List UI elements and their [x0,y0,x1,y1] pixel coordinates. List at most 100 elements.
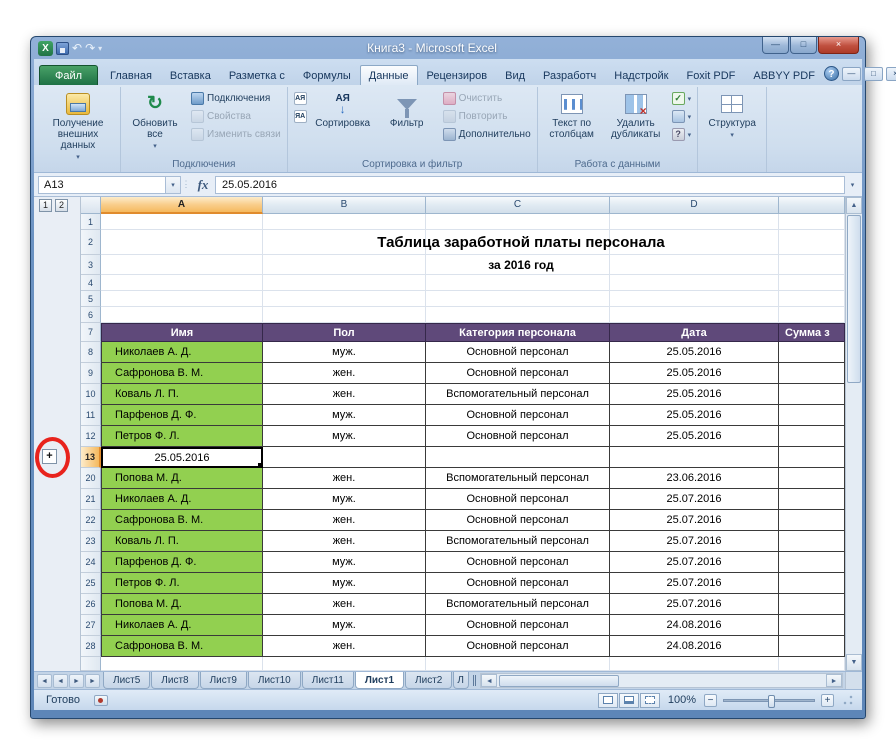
sheet-tab-Лист11[interactable]: Лист11 [302,672,354,689]
outline-level-1-button[interactable]: 1 [39,199,52,212]
row-header-21[interactable]: 21 [81,489,101,510]
text-to-columns-button[interactable]: Текст по столбцам [541,88,603,158]
select-all-corner[interactable] [81,197,101,214]
cell-Bx[interactable] [263,657,426,671]
row-header-2[interactable]: 2 [81,230,101,255]
cell-E5[interactable] [779,291,845,307]
ribbon-tab-Вид[interactable]: Вид [496,65,534,85]
cell-A24[interactable]: Парфенов Д. Ф. [101,552,263,573]
cell-D13[interactable] [610,447,779,468]
cell-E24[interactable] [779,552,845,573]
cell-A25[interactable]: Петров Ф. Л. [101,573,263,594]
cell-A27[interactable]: Николаев А. Д. [101,615,263,636]
cell-B4[interactable] [263,275,426,291]
row-header-12[interactable]: 12 [81,426,101,447]
cell-A12[interactable]: Петров Ф. Л. [101,426,263,447]
cell-C22[interactable]: Основной персонал [426,510,610,531]
cell-A2[interactable] [101,230,263,255]
cell-C6[interactable] [426,307,610,323]
cell-C26[interactable]: Вспомогательный персонал [426,594,610,615]
cell-A1[interactable] [101,214,263,230]
sheet-tab-Лист8[interactable]: Лист8 [151,672,198,689]
sheet-nav-next-icon[interactable]: ► [69,674,84,688]
scroll-up-icon[interactable]: ▲ [846,197,862,214]
cell-D10[interactable]: 25.05.2016 [610,384,779,405]
outline-button[interactable]: Структура ▾ [701,88,763,158]
row-header-10[interactable]: 10 [81,384,101,405]
cell-E1[interactable] [779,214,845,230]
cell-B13[interactable] [263,447,426,468]
horizontal-scrollbar[interactable]: ◄ ► [480,673,843,688]
cell-B24[interactable]: муж. [263,552,426,573]
cell-C4[interactable] [426,275,610,291]
cell-D27[interactable]: 24.08.2016 [610,615,779,636]
zoom-out-button[interactable]: − [704,694,717,707]
row-header-28[interactable]: 28 [81,636,101,657]
cell-B27[interactable]: муж. [263,615,426,636]
data-validation-button[interactable]: ✓ ▾ [669,90,695,107]
cell-Ex[interactable] [779,657,845,671]
cell-D23[interactable]: 25.07.2016 [610,531,779,552]
cell-A7[interactable]: Имя [101,323,263,342]
cell-C7[interactable]: Категория персонала [426,323,610,342]
cell-B28[interactable]: жен. [263,636,426,657]
cell-E25[interactable] [779,573,845,594]
cell-D22[interactable]: 25.07.2016 [610,510,779,531]
cell-E21[interactable] [779,489,845,510]
cell-B22[interactable]: жен. [263,510,426,531]
cell-C10[interactable]: Вспомогательный персонал [426,384,610,405]
cell-E8[interactable] [779,342,845,363]
cell-B8[interactable]: муж. [263,342,426,363]
cell-E12[interactable] [779,426,845,447]
cell-B1[interactable] [263,214,426,230]
edit-links-button[interactable]: Изменить связи [188,126,284,143]
cell-D4[interactable] [610,275,779,291]
sheet-tab-Лист2[interactable]: Лист2 [405,672,452,689]
minimize-button[interactable]: — [762,37,789,54]
cell-E13[interactable] [779,447,845,468]
cell-D8[interactable]: 25.05.2016 [610,342,779,363]
redo-icon[interactable]: ↷ [85,41,95,55]
help-icon[interactable]: ? [824,66,839,81]
cell-A11[interactable]: Парфенов Д. Ф. [101,405,263,426]
vertical-scroll-thumb[interactable] [847,215,861,383]
row-header-4[interactable]: 4 [81,275,101,291]
cell-D28[interactable]: 24.08.2016 [610,636,779,657]
row-header-25[interactable]: 25 [81,573,101,594]
cell-B11[interactable]: муж. [263,405,426,426]
cell-Cx[interactable] [426,657,610,671]
cell-D25[interactable]: 25.07.2016 [610,573,779,594]
column-header-E[interactable] [779,197,845,214]
cell-A5[interactable] [101,291,263,307]
sheet-tab-Лист9[interactable]: Лист9 [200,672,247,689]
ribbon-tab-Надстройк[interactable]: Надстройк [605,65,677,85]
cell-E26[interactable] [779,594,845,615]
cell-B26[interactable]: жен. [263,594,426,615]
cell-D12[interactable]: 25.05.2016 [610,426,779,447]
cell-C1[interactable] [426,214,610,230]
column-header-B[interactable]: B [263,197,426,214]
cell-C27[interactable]: Основной персонал [426,615,610,636]
clear-filter-button[interactable]: Очистить [440,90,534,107]
cell-C25[interactable]: Основной персонал [426,573,610,594]
cell-D1[interactable] [610,214,779,230]
row-header-3[interactable]: 3 [81,255,101,275]
row-header-23[interactable]: 23 [81,531,101,552]
sort-asc-button[interactable]: АЯ [291,90,310,107]
cell-A13[interactable]: 25.05.2016 [101,447,263,468]
cell-C11[interactable]: Основной персонал [426,405,610,426]
cell-B9[interactable]: жен. [263,363,426,384]
outline-level-2-button[interactable]: 2 [55,199,68,212]
cell-E10[interactable] [779,384,845,405]
cell-E9[interactable] [779,363,845,384]
cell-E20[interactable] [779,468,845,489]
cell-B20[interactable]: жен. [263,468,426,489]
cell-B23[interactable]: жен. [263,531,426,552]
cell-C5[interactable] [426,291,610,307]
cell-A6[interactable] [101,307,263,323]
row-header-1[interactable]: 1 [81,214,101,230]
horizontal-scroll-thumb[interactable] [499,675,619,687]
cell-B25[interactable]: муж. [263,573,426,594]
name-box[interactable]: A13 [38,176,166,194]
row-header-9[interactable]: 9 [81,363,101,384]
